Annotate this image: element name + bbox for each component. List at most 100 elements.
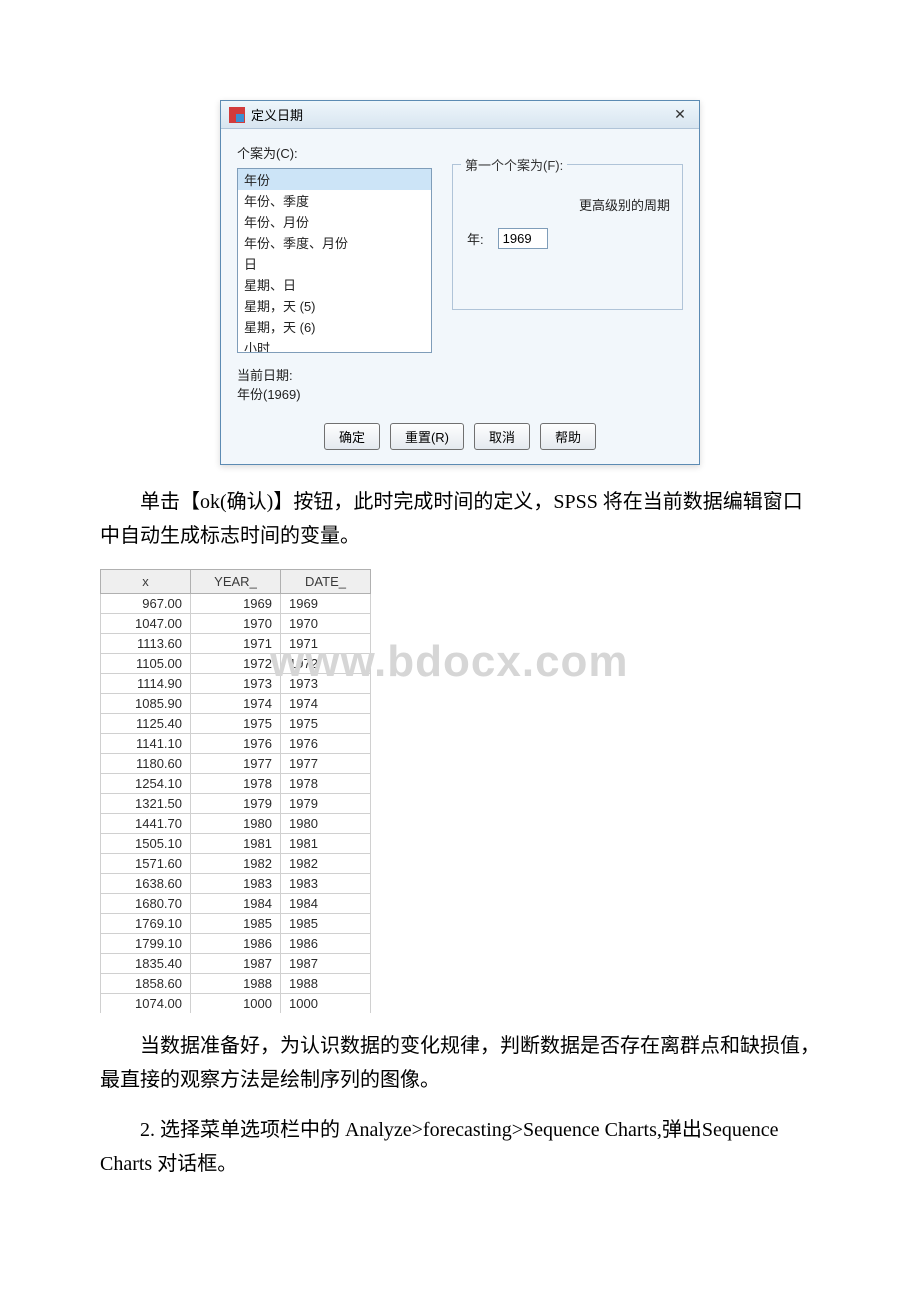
cell-x[interactable]: 1254.10 (101, 774, 191, 794)
ok-button[interactable]: 确定 (324, 423, 380, 450)
col-header-date[interactable]: DATE_ (281, 570, 371, 594)
cell-x[interactable]: 1835.40 (101, 954, 191, 974)
cancel-button[interactable]: 取消 (474, 423, 530, 450)
cell-date[interactable]: 1988 (281, 974, 371, 994)
list-item[interactable]: 小时 (238, 337, 431, 353)
table-row[interactable]: 1835.4019871987 (101, 954, 371, 974)
cell-year[interactable]: 1981 (191, 834, 281, 854)
list-item[interactable]: 星期，天 (5) (238, 295, 431, 316)
cell-date[interactable]: 1982 (281, 854, 371, 874)
cell-year[interactable]: 1973 (191, 674, 281, 694)
cell-year[interactable]: 1970 (191, 614, 281, 634)
table-row[interactable]: 1799.1019861986 (101, 934, 371, 954)
list-item[interactable]: 日 (238, 253, 431, 274)
cases-listbox[interactable]: 年份 年份、季度 年份、月份 年份、季度、月份 日 星期、日 星期，天 (5) … (237, 168, 432, 353)
year-input[interactable] (498, 228, 548, 249)
cell-year[interactable]: 1982 (191, 854, 281, 874)
cell-x[interactable]: 1074.00 (101, 994, 191, 1014)
list-item[interactable]: 星期、日 (238, 274, 431, 295)
cell-date[interactable]: 1000 (281, 994, 371, 1014)
cell-x[interactable]: 1180.60 (101, 754, 191, 774)
col-header-x[interactable]: x (101, 570, 191, 594)
cell-x[interactable]: 1769.10 (101, 914, 191, 934)
cell-year[interactable]: 1980 (191, 814, 281, 834)
cell-date[interactable]: 1971 (281, 634, 371, 654)
table-row[interactable]: 1085.9019741974 (101, 694, 371, 714)
cell-year[interactable]: 1974 (191, 694, 281, 714)
cell-x[interactable]: 1638.60 (101, 874, 191, 894)
table-row[interactable]: 1505.1019811981 (101, 834, 371, 854)
cell-x[interactable]: 1571.60 (101, 854, 191, 874)
table-row[interactable]: 1074.0010001000 (101, 994, 371, 1014)
table-row[interactable]: 1113.6019711971 (101, 634, 371, 654)
cell-year[interactable]: 1983 (191, 874, 281, 894)
cell-year[interactable]: 1976 (191, 734, 281, 754)
table-row[interactable]: 1321.5019791979 (101, 794, 371, 814)
cell-year[interactable]: 1977 (191, 754, 281, 774)
cell-x[interactable]: 1125.40 (101, 714, 191, 734)
cell-x[interactable]: 1047.00 (101, 614, 191, 634)
table-row[interactable]: 1254.1019781978 (101, 774, 371, 794)
cell-x[interactable]: 1113.60 (101, 634, 191, 654)
cell-year[interactable]: 1978 (191, 774, 281, 794)
cell-year[interactable]: 1972 (191, 654, 281, 674)
close-icon[interactable]: ✕ (669, 107, 691, 123)
cell-date[interactable]: 1977 (281, 754, 371, 774)
cell-x[interactable]: 967.00 (101, 594, 191, 614)
table-row[interactable]: 1105.0019721972 (101, 654, 371, 674)
cell-date[interactable]: 1983 (281, 874, 371, 894)
cell-x[interactable]: 1114.90 (101, 674, 191, 694)
table-row[interactable]: 1047.0019701970 (101, 614, 371, 634)
table-row[interactable]: 1769.1019851985 (101, 914, 371, 934)
reset-button[interactable]: 重置(R) (390, 423, 464, 450)
cell-date[interactable]: 1979 (281, 794, 371, 814)
cell-x[interactable]: 1105.00 (101, 654, 191, 674)
cell-x[interactable]: 1321.50 (101, 794, 191, 814)
cell-x[interactable]: 1085.90 (101, 694, 191, 714)
table-row[interactable]: 1180.6019771977 (101, 754, 371, 774)
cell-date[interactable]: 1986 (281, 934, 371, 954)
list-item[interactable]: 星期，天 (6) (238, 316, 431, 337)
cell-date[interactable]: 1975 (281, 714, 371, 734)
cell-date[interactable]: 1970 (281, 614, 371, 634)
table-row[interactable]: 1441.7019801980 (101, 814, 371, 834)
cell-year[interactable]: 1985 (191, 914, 281, 934)
cell-x[interactable]: 1505.10 (101, 834, 191, 854)
cell-date[interactable]: 1981 (281, 834, 371, 854)
cell-year[interactable]: 1969 (191, 594, 281, 614)
cell-year[interactable]: 1987 (191, 954, 281, 974)
cell-date[interactable]: 1969 (281, 594, 371, 614)
cell-date[interactable]: 1987 (281, 954, 371, 974)
table-row[interactable]: 1858.6019881988 (101, 974, 371, 994)
cell-year[interactable]: 1986 (191, 934, 281, 954)
cell-date[interactable]: 1974 (281, 694, 371, 714)
cell-x[interactable]: 1858.60 (101, 974, 191, 994)
cell-date[interactable]: 1978 (281, 774, 371, 794)
cell-year[interactable]: 1971 (191, 634, 281, 654)
list-item[interactable]: 年份、季度、月份 (238, 232, 431, 253)
list-item[interactable]: 年份 (238, 169, 431, 190)
cell-date[interactable]: 1973 (281, 674, 371, 694)
list-item[interactable]: 年份、季度 (238, 190, 431, 211)
table-row[interactable]: 1125.4019751975 (101, 714, 371, 734)
cell-date[interactable]: 1976 (281, 734, 371, 754)
col-header-year[interactable]: YEAR_ (191, 570, 281, 594)
cell-date[interactable]: 1985 (281, 914, 371, 934)
cell-year[interactable]: 1988 (191, 974, 281, 994)
table-row[interactable]: 1680.7019841984 (101, 894, 371, 914)
list-item[interactable]: 年份、月份 (238, 211, 431, 232)
cell-x[interactable]: 1680.70 (101, 894, 191, 914)
cell-date[interactable]: 1972 (281, 654, 371, 674)
table-row[interactable]: 1638.6019831983 (101, 874, 371, 894)
cell-x[interactable]: 1441.70 (101, 814, 191, 834)
cell-year[interactable]: 1000 (191, 994, 281, 1014)
cell-year[interactable]: 1975 (191, 714, 281, 734)
cell-year[interactable]: 1979 (191, 794, 281, 814)
table-row[interactable]: 1141.1019761976 (101, 734, 371, 754)
cell-date[interactable]: 1980 (281, 814, 371, 834)
help-button[interactable]: 帮助 (540, 423, 596, 450)
table-row[interactable]: 967.0019691969 (101, 594, 371, 614)
cell-x[interactable]: 1799.10 (101, 934, 191, 954)
cell-x[interactable]: 1141.10 (101, 734, 191, 754)
table-row[interactable]: 1114.9019731973 (101, 674, 371, 694)
